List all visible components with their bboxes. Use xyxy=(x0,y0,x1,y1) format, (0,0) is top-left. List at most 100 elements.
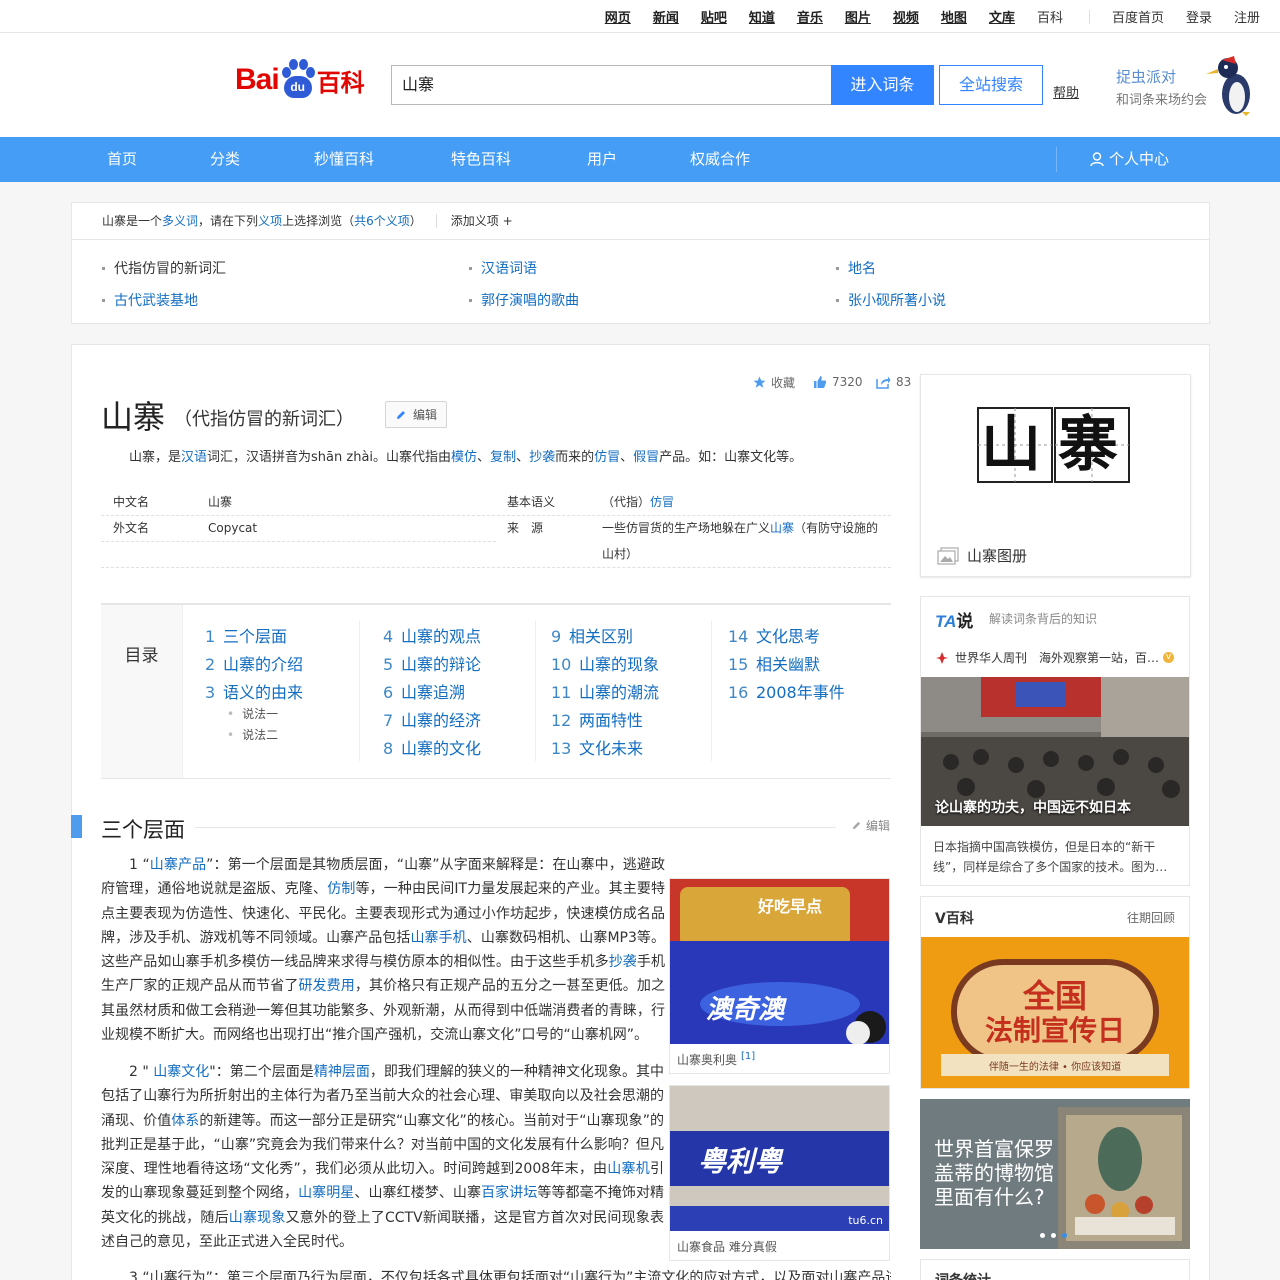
baidu-home-link[interactable]: 百度首页 xyxy=(1112,7,1164,26)
ta-photo-caption[interactable]: 论山寨的功夫，中国远不如日本 xyxy=(935,797,1131,817)
nav-featured[interactable]: 特色百科 xyxy=(451,137,511,182)
sense-item-current[interactable]: 代指仿冒的新词汇 xyxy=(102,258,226,278)
link-rd-cost[interactable]: 研发费用 xyxy=(298,978,354,994)
polysemy-word-link[interactable]: 多义词 xyxy=(162,214,198,228)
link-fangmao[interactable]: 仿冒 xyxy=(594,450,620,465)
collect-button[interactable]: 收藏 xyxy=(753,374,795,390)
nav-category[interactable]: 分类 xyxy=(210,137,240,182)
carousel-dot[interactable] xyxy=(1051,1233,1056,1238)
carousel-dot-active[interactable] xyxy=(1062,1233,1067,1238)
top-link-web[interactable]: 网页 xyxy=(605,7,631,26)
sense-label: 地名 xyxy=(848,261,876,277)
toc-item[interactable]: 4 山寨的观点 xyxy=(383,623,481,647)
site-search-button[interactable]: 全站搜索 xyxy=(939,65,1043,105)
top-link-tieba[interactable]: 贴吧 xyxy=(701,7,727,26)
basic-value: Copycat xyxy=(208,521,258,535)
polysemy-count-link[interactable]: 共6个义项 xyxy=(354,214,410,228)
link-mofang[interactable]: 模仿 xyxy=(451,450,477,465)
nav-authority[interactable]: 权威合作 xyxy=(690,137,750,182)
reference-link[interactable]: [1] xyxy=(741,1051,755,1062)
link-shanzhai-culture[interactable]: 山寨文化 xyxy=(153,1064,209,1080)
toc-item[interactable]: 15 相关幽默 xyxy=(728,651,820,675)
toc-item[interactable]: 7 山寨的经济 xyxy=(383,707,481,731)
top-link-map[interactable]: 地图 xyxy=(941,7,967,26)
nav-users[interactable]: 用户 xyxy=(587,137,617,182)
link-jiamao[interactable]: 假冒 xyxy=(633,450,659,465)
sense-item[interactable]: 张小砚所著小说 xyxy=(836,290,946,310)
ta-source[interactable]: 世界华人周刊 海外观察第一站，百… v xyxy=(935,649,1185,666)
link-shanzhai-machine[interactable]: 山寨机 xyxy=(607,1161,650,1177)
search-input[interactable]: 山寨 xyxy=(391,65,832,105)
toc-item[interactable]: 9 相关区别 xyxy=(551,623,633,647)
top-link-wenku[interactable]: 文库 xyxy=(989,7,1015,26)
toc-item-number: 7 xyxy=(383,711,394,730)
register-link[interactable]: 注册 xyxy=(1234,7,1260,26)
link-shanzhai-phone[interactable]: 山寨手机 xyxy=(410,930,466,946)
link-fangmao-basic[interactable]: 仿冒 xyxy=(650,495,674,509)
toc-item[interactable]: 11 山寨的潮流 xyxy=(551,679,659,703)
add-sense-button[interactable]: 添加义项 + xyxy=(451,203,513,239)
link-hanyu[interactable]: 汉语 xyxy=(181,450,207,465)
album-caption[interactable]: 山寨图册 xyxy=(937,545,1027,566)
museum-promo-card[interactable]: 世界首富保罗盖蒂的博物馆里面有什么? xyxy=(920,1099,1190,1249)
toc-item[interactable]: 12 两面特性 xyxy=(551,707,643,731)
polysemy-sense-link[interactable]: 义项 xyxy=(258,214,282,228)
toc-item-number: 1 xyxy=(205,627,216,646)
enter-entry-button[interactable]: 进入词条 xyxy=(831,65,934,105)
toc-item[interactable]: 5 山寨的辩论 xyxy=(383,651,481,675)
pack-label: 粤利粤 xyxy=(698,1145,783,1178)
sense-item[interactable]: 汉语词语 xyxy=(469,258,537,278)
section-edit-button[interactable]: 编辑 xyxy=(851,817,890,834)
carousel-dot[interactable] xyxy=(1040,1233,1045,1238)
user-icon xyxy=(1090,152,1104,167)
toc-item[interactable]: 6 山寨追溯 xyxy=(383,679,465,703)
toc-item[interactable]: 13 文化未来 xyxy=(551,735,643,759)
top-link-baike[interactable]: 百科 xyxy=(1037,7,1063,26)
edit-entry-button[interactable]: 编辑 xyxy=(385,401,447,428)
link-shanzhai-basic[interactable]: 山寨 xyxy=(770,521,794,535)
top-link-news[interactable]: 新闻 xyxy=(653,7,679,26)
link-baijia[interactable]: 百家讲坛 xyxy=(481,1185,537,1201)
figure-fake-food[interactable]: 粤利粤 tu6.cn 山寨食品 难分真假 xyxy=(669,1085,890,1261)
past-issues-link[interactable]: 往期回顾 xyxy=(1127,909,1175,926)
top-link-music[interactable]: 音乐 xyxy=(797,7,823,26)
toc-sub-item[interactable]: 说法二 xyxy=(227,726,278,743)
link-fuzhi[interactable]: 复制 xyxy=(490,450,516,465)
link-spirit-level[interactable]: 精神层面 xyxy=(314,1064,370,1080)
toc-item[interactable]: 1 三个层面 xyxy=(205,623,287,647)
link-shanzhai-star[interactable]: 山寨明星 xyxy=(298,1185,354,1201)
legal-day-poster[interactable]: 全国 法制宣传日 伴随一生的法律 • 你应该知道 xyxy=(921,937,1189,1088)
figure-caption: 山寨奥利奥 [1] xyxy=(677,1051,756,1067)
sense-item[interactable]: 古代武装基地 xyxy=(102,290,198,310)
help-link[interactable]: 帮助 xyxy=(1053,82,1079,101)
sense-item[interactable]: 地名 xyxy=(836,258,876,278)
link-fangzhi[interactable]: 仿制 xyxy=(327,881,355,897)
toc-item[interactable]: 2 山寨的介绍 xyxy=(205,651,303,675)
bug-party-promo[interactable]: 捉虫派对 和词条来场约会 xyxy=(1116,66,1207,108)
top-link-zhidao[interactable]: 知道 xyxy=(749,7,775,26)
figure-fake-oreo[interactable]: 好吃早点 澳奇澳 山寨奥利奥 [1] xyxy=(669,878,890,1074)
link-system[interactable]: 体系 xyxy=(171,1113,199,1129)
nav-home[interactable]: 首页 xyxy=(107,137,137,182)
toc-item[interactable]: 8 山寨的文化 xyxy=(383,735,481,759)
toc-item[interactable]: 10 山寨的现象 xyxy=(551,651,659,675)
nav-miaodong[interactable]: 秒懂百科 xyxy=(314,137,374,182)
personal-center-link[interactable]: 个人中心 xyxy=(1090,137,1169,182)
baidu-baike-logo[interactable]: Bai du 百科 xyxy=(235,57,365,103)
toc-item[interactable]: 3 语义的由来 xyxy=(205,679,303,703)
link-chaoxi-2[interactable]: 抄袭 xyxy=(609,954,637,970)
toc-item[interactable]: 14 文化思考 xyxy=(728,623,820,647)
login-link[interactable]: 登录 xyxy=(1186,7,1212,26)
album-char: 寨 xyxy=(1058,410,1118,480)
like-button[interactable]: 7320 xyxy=(813,374,863,390)
share-button[interactable]: 83 xyxy=(876,374,911,390)
sense-item[interactable]: 郭仔演唱的歌曲 xyxy=(469,290,579,310)
toc-sub-item[interactable]: 说法一 xyxy=(227,705,278,722)
toc-item[interactable]: 16 2008年事件 xyxy=(728,679,845,703)
top-link-video[interactable]: 视频 xyxy=(893,7,919,26)
link-shanzhai-product[interactable]: 山寨产品 xyxy=(150,857,206,873)
link-shanzhai-phenomenon[interactable]: 山寨现象 xyxy=(229,1210,286,1226)
album-card[interactable]: 山 寨 山寨图册 xyxy=(920,374,1191,577)
top-link-images[interactable]: 图片 xyxy=(845,7,871,26)
link-chaoxi[interactable]: 抄袭 xyxy=(529,450,555,465)
